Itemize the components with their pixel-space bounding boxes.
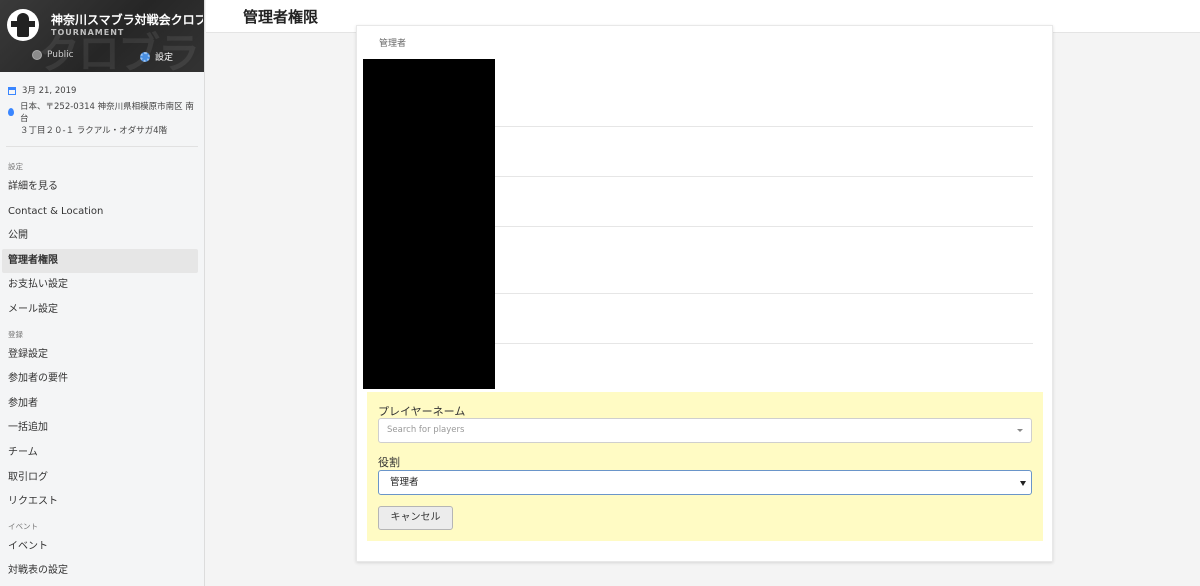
event-address: 日本、〒252-0314 神奈川県相模原市南区 南台 ３丁目２０‐１ ラクアル・… — [8, 101, 196, 137]
add-admin-form: プレイヤーネーム Search for players 役割 管理者 キャンセル — [367, 392, 1043, 541]
nav-heading-events: イベント — [8, 521, 38, 531]
sidebar-item-participant-requirements[interactable]: 参加者の要件 — [2, 367, 198, 392]
sidebar-item-registration-settings[interactable]: 登録設定 — [2, 343, 198, 368]
event-date-text: 3月 21, 2019 — [22, 86, 77, 96]
sidebar-item-payment-settings[interactable]: お支払い設定 — [2, 273, 198, 298]
admin-permissions-card: 管理者 プレイヤーネーム Search for players 役割 管理者 キ… — [356, 25, 1053, 562]
nav-heading-settings: 設定 — [8, 162, 23, 171]
sidebar-item-participants[interactable]: 参加者 — [2, 392, 198, 417]
tournament-subtitle: TOURNAMENT — [51, 28, 125, 37]
address-line-1: 日本、〒252-0314 神奈川県相模原市南区 南台 — [20, 102, 194, 124]
sidebar-item-teams[interactable]: チーム — [2, 441, 198, 466]
tournament-title[interactable]: 神奈川スマブラ対戦会クロブラ — [51, 11, 203, 28]
sidebar-item-events[interactable]: イベント — [2, 535, 198, 560]
settings-label: 設定 — [155, 53, 174, 63]
settings-link[interactable]: 設定 — [140, 50, 173, 63]
gear-icon — [140, 51, 150, 62]
page-title: 管理者権限 — [243, 8, 319, 26]
sidebar-item-bracket-settings[interactable]: 対戦表の設定 — [2, 559, 198, 584]
sidebar-item-contact-location[interactable]: Contact & Location — [2, 200, 198, 225]
globe-icon — [32, 50, 42, 60]
tournament-logo — [7, 9, 39, 41]
admins-column-header: 管理者 — [379, 39, 407, 49]
calendar-icon — [8, 87, 16, 95]
sidebar-item-email-settings[interactable]: メール設定 — [2, 298, 198, 323]
public-label: Public — [47, 50, 74, 60]
sidebar-nav: 設定 詳細を見る Contact & Location 公開 管理者権限 お支払… — [0, 147, 204, 584]
sidebar-item-publish[interactable]: 公開 — [2, 224, 198, 249]
nav-heading-registration: 登録 — [8, 329, 23, 339]
tournament-banner: クロブラ 神奈川スマブラ対戦会クロブラ TOURNAMENT Public 設定 — [0, 0, 204, 72]
sidebar-item-bulk-add[interactable]: 一括追加 — [2, 416, 198, 441]
role-label: 役割 — [378, 456, 400, 469]
sidebar-item-admin-permissions[interactable]: 管理者権限 — [2, 248, 198, 274]
chevron-down-icon — [1017, 429, 1023, 432]
address-line-2: ３丁目２０‐１ ラクアル・オダサガ4階 — [20, 126, 168, 136]
cancel-button[interactable]: キャンセル — [378, 506, 453, 530]
redacted-block — [363, 59, 495, 389]
role-select[interactable]: 管理者 — [378, 470, 1032, 495]
player-search-select[interactable]: Search for players — [378, 418, 1032, 443]
sidebar-item-details[interactable]: 詳細を見る — [2, 175, 198, 200]
event-info: 3月 21, 2019 日本、〒252-0314 神奈川県相模原市南区 南台 ３… — [0, 72, 204, 137]
public-status[interactable]: Public — [32, 50, 74, 60]
dropdown-arrow-icon — [1020, 481, 1026, 486]
event-date: 3月 21, 2019 — [8, 85, 196, 97]
sidebar-item-transaction-log[interactable]: 取引ログ — [2, 466, 198, 491]
player-name-label: プレイヤーネーム — [378, 405, 466, 418]
role-select-value: 管理者 — [390, 477, 419, 488]
sidebar: クロブラ 神奈川スマブラ対戦会クロブラ TOURNAMENT Public 設定… — [0, 0, 205, 586]
sidebar-item-requests[interactable]: リクエスト — [2, 490, 198, 515]
player-search-placeholder: Search for players — [387, 425, 465, 435]
map-pin-icon — [8, 108, 14, 116]
